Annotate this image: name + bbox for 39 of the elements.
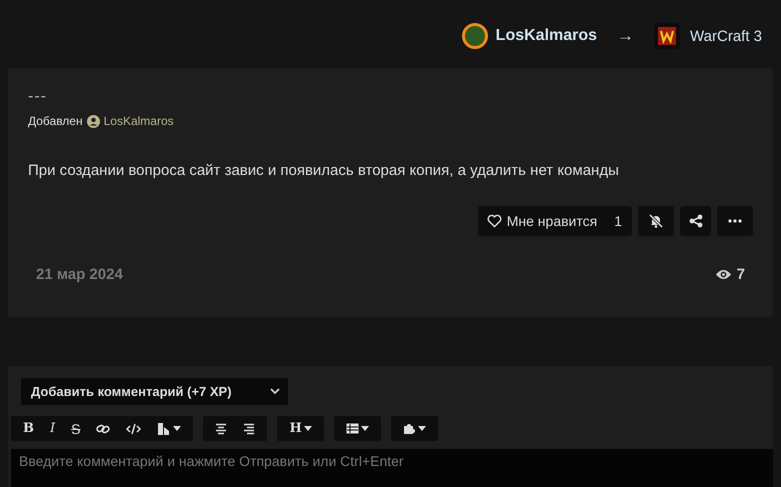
eye-icon xyxy=(714,268,732,281)
caret-icon xyxy=(304,426,312,431)
toolbar-button[interactable]: H xyxy=(281,416,320,441)
more-icon xyxy=(728,219,742,223)
toolbar-button[interactable]: S xyxy=(63,416,88,441)
like-button[interactable]: Мне нравится 1 xyxy=(478,206,632,236)
user-icon xyxy=(86,114,100,128)
added-label: Добавлен xyxy=(28,114,83,128)
code-icon xyxy=(126,422,142,434)
comment-type-dropdown[interactable]: Добавить комментарий (+7 XP) xyxy=(21,378,288,405)
game-logo-icon xyxy=(654,23,680,49)
caret-icon xyxy=(173,426,182,431)
user-link[interactable]: LosKalmaros xyxy=(104,114,174,128)
mute-button[interactable] xyxy=(638,206,674,236)
post-body: При создании вопроса сайт завис и появилась вторая копия, а удалить нет команды xyxy=(28,162,620,179)
chevron-down-icon xyxy=(270,388,280,395)
arrow-text: → xyxy=(617,26,634,46)
view-count: 7 xyxy=(736,266,745,283)
list-icon xyxy=(346,423,359,434)
more-button[interactable] xyxy=(717,206,753,236)
align-center-icon xyxy=(215,422,228,434)
comment-input[interactable]: Введите комментарий и нажмите Отправить или Ctrl+Enter xyxy=(11,449,773,487)
post-date: 21 мар 2024 xyxy=(36,266,123,283)
bell-off-icon xyxy=(648,213,664,229)
link-icon xyxy=(96,422,110,434)
post-title: --- xyxy=(28,88,48,106)
align-right-icon xyxy=(243,422,256,434)
caret-icon xyxy=(360,426,369,431)
avatar-icon xyxy=(462,23,488,49)
puzzle-icon xyxy=(402,422,416,435)
share-button[interactable] xyxy=(680,206,711,236)
share-icon xyxy=(688,214,702,228)
author-link[interactable]: LosKalmaros xyxy=(496,27,598,45)
paint-icon xyxy=(157,422,172,436)
toolbar-button[interactable]: I xyxy=(42,416,64,441)
caret-icon xyxy=(418,426,426,431)
toolbar-button[interactable]: B xyxy=(15,416,42,441)
heart-icon xyxy=(486,214,502,228)
game-link[interactable]: WarCraft 3 xyxy=(690,28,762,44)
